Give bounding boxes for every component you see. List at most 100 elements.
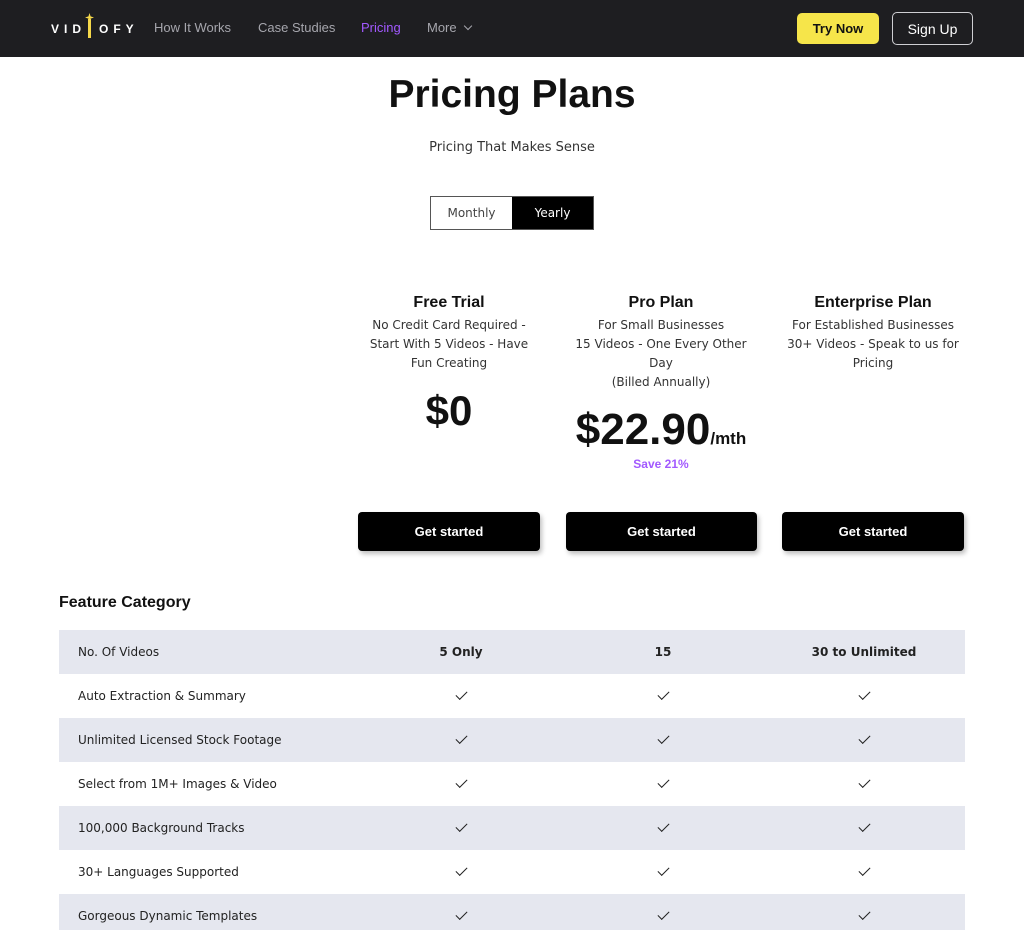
nav-link-pricing[interactable]: Pricing <box>361 20 401 35</box>
feature-cell <box>603 806 723 850</box>
feature-cell <box>401 850 521 894</box>
logo-text-left: VID <box>51 22 87 36</box>
nav-more-label: More <box>427 20 457 35</box>
plan-name: Enterprise Plan <box>814 294 932 311</box>
vidiofy-logo[interactable]: VID OFY <box>51 19 139 38</box>
checkmark-icon <box>656 819 670 833</box>
plan-price-free: $0 <box>425 387 473 434</box>
checkmark-icon <box>454 819 468 833</box>
feature-cell <box>401 806 521 850</box>
navbar: VID OFY How It Works Case Studies Pricing… <box>0 0 1024 57</box>
plan-free-trial: Free Trial No Credit Card Required - Sta… <box>349 294 549 373</box>
table-row: Select from 1M+ Images & Video <box>59 762 965 806</box>
nav-link-how-it-works[interactable]: How It Works <box>154 20 231 35</box>
get-started-enterprise-button[interactable]: Get started <box>782 512 964 551</box>
billing-monthly-option[interactable]: Monthly <box>431 197 512 229</box>
feature-label: Gorgeous Dynamic Templates <box>78 909 258 923</box>
feature-label: 30+ Languages Supported <box>78 865 239 879</box>
get-started-free-button[interactable]: Get started <box>358 512 540 551</box>
feature-cell <box>804 850 924 894</box>
nav-link-case-studies[interactable]: Case Studies <box>258 20 335 35</box>
table-row: 30+ Languages Supported <box>59 850 965 894</box>
feature-cell <box>603 674 723 718</box>
table-row: 100,000 Background Tracks <box>59 806 965 850</box>
feature-label: 100,000 Background Tracks <box>78 821 245 835</box>
plan-description-line: For Established Businesses <box>792 318 954 332</box>
feature-cell <box>401 718 521 762</box>
plan-description: For Small Businesses 15 Videos - One Eve… <box>561 316 761 392</box>
checkmark-icon <box>857 775 871 789</box>
checkmark-icon <box>656 687 670 701</box>
page-title: Pricing Plans <box>388 73 636 116</box>
logo-spark-icon <box>88 19 92 38</box>
sign-up-button[interactable]: Sign Up <box>892 12 973 45</box>
plan-description: For Established Businesses 30+ Videos - … <box>773 316 973 373</box>
table-row: No. Of Videos 5 Only 15 30 to Unlimited <box>59 630 965 674</box>
checkmark-icon <box>857 907 871 921</box>
checkmark-icon <box>857 819 871 833</box>
feature-value: 5 Only <box>439 645 483 659</box>
plan-description-line: Fun Creating <box>410 356 488 370</box>
feature-label: No. Of Videos <box>78 645 160 659</box>
checkmark-icon <box>857 687 871 701</box>
try-now-button[interactable]: Try Now <box>797 13 879 44</box>
billing-toggle: Monthly Yearly <box>430 196 594 230</box>
billing-yearly-option[interactable]: Yearly <box>512 197 593 229</box>
table-row: Unlimited Licensed Stock Footage <box>59 718 965 762</box>
chevron-down-icon <box>463 21 472 31</box>
feature-cell <box>804 762 924 806</box>
feature-cell <box>603 850 723 894</box>
checkmark-icon <box>454 731 468 745</box>
feature-label: Select from 1M+ Images & Video <box>78 777 277 791</box>
plan-description-line: Pricing <box>852 356 894 370</box>
plan-description-line: 30+ Videos - Speak to us for <box>787 337 959 351</box>
checkmark-icon <box>454 775 468 789</box>
feature-value: 15 <box>654 645 672 659</box>
checkmark-icon <box>857 863 871 877</box>
checkmark-icon <box>656 731 670 745</box>
feature-cell <box>804 894 924 930</box>
feature-cell <box>401 894 521 930</box>
plan-description-line: 15 Videos - One Every Other <box>575 337 747 351</box>
plan-enterprise: Enterprise Plan For Established Business… <box>773 294 973 373</box>
checkmark-icon <box>857 731 871 745</box>
feature-label: Auto Extraction & Summary <box>78 689 246 703</box>
checkmark-icon <box>656 863 670 877</box>
feature-cell <box>603 894 723 930</box>
feature-value: 30 to Unlimited <box>811 645 917 659</box>
plan-description-line: Start With 5 Videos - Have <box>369 337 529 351</box>
checkmark-icon <box>454 863 468 877</box>
plan-name: Free Trial <box>413 294 485 311</box>
feature-cell <box>804 674 924 718</box>
feature-cell <box>804 718 924 762</box>
checkmark-icon <box>656 775 670 789</box>
feature-cell <box>401 762 521 806</box>
logo-text-right: OFY <box>99 22 139 36</box>
plan-price-unit: /mth <box>710 429 747 448</box>
feature-label: Unlimited Licensed Stock Footage <box>78 733 282 747</box>
plan-description-line: (Billed Annually) <box>611 375 711 389</box>
feature-category-heading: Feature Category <box>59 594 191 611</box>
plan-description-line: Day <box>649 356 673 370</box>
feature-cell <box>603 762 723 806</box>
table-row: Gorgeous Dynamic Templates <box>59 894 965 930</box>
plan-price-pro: $22.90/mth <box>541 405 781 455</box>
plan-description: No Credit Card Required - Start With 5 V… <box>349 316 549 373</box>
feature-cell <box>603 718 723 762</box>
nav-link-more[interactable]: More <box>427 20 472 35</box>
plan-price-amount: $22.90 <box>575 405 711 454</box>
checkmark-icon <box>454 687 468 701</box>
feature-cell <box>401 674 521 718</box>
checkmark-icon <box>656 907 670 921</box>
feature-table: No. Of Videos 5 Only 15 30 to Unlimited Auto… <box>59 630 965 930</box>
page-subtitle: Pricing That Makes Sense <box>429 140 595 155</box>
plan-pro: Pro Plan For Small Businesses 15 Videos … <box>561 294 761 392</box>
plan-description-line: No Credit Card Required - <box>372 318 526 332</box>
table-row: Auto Extraction & Summary <box>59 674 965 718</box>
plan-name: Pro Plan <box>628 294 694 311</box>
plan-description-line: For Small Businesses <box>597 318 725 332</box>
feature-cell <box>804 806 924 850</box>
get-started-pro-button[interactable]: Get started <box>566 512 757 551</box>
checkmark-icon <box>454 907 468 921</box>
save-badge: Save 21% <box>633 457 689 471</box>
